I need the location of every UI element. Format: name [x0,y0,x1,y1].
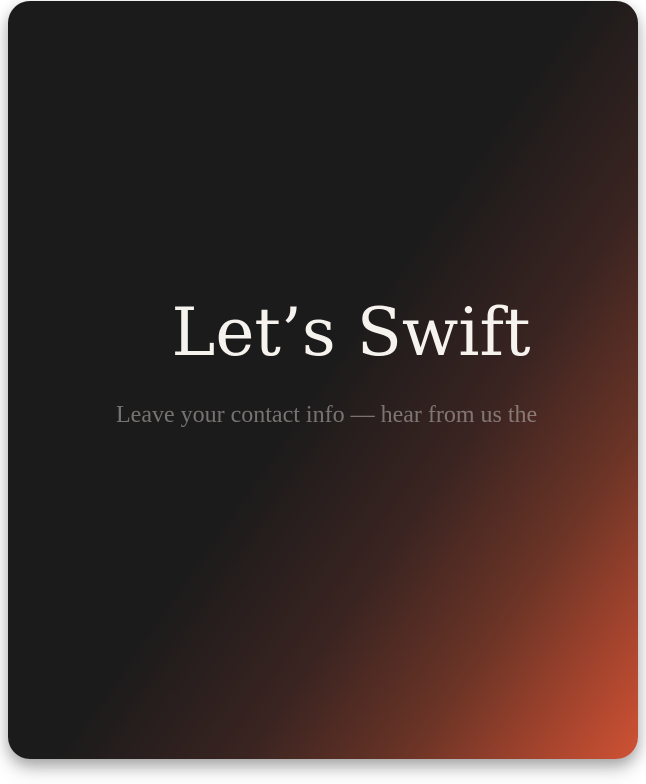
hero-card: Let’s Swift Leave your contact info — he… [8,1,638,759]
hero-title: Let’s Swift [171,294,531,371]
hero-subtitle: Leave your contact info — hear from us t… [116,402,538,428]
